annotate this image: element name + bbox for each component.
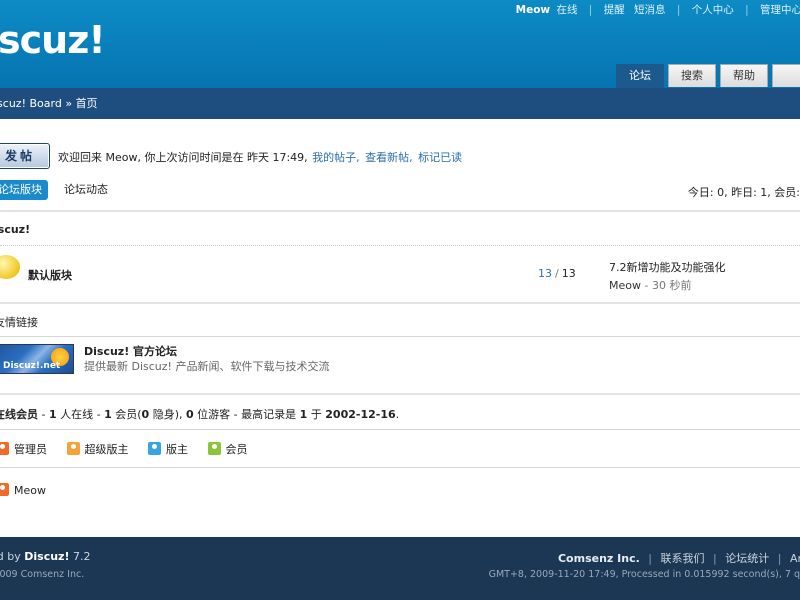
admin-user-icon	[0, 483, 9, 496]
mark-read-link[interactable]: 标记已读	[418, 151, 462, 164]
super-moderator-user-icon	[66, 442, 80, 455]
divider: |	[745, 4, 749, 16]
online-user-name[interactable]: Meow	[14, 484, 46, 497]
last-post-time: - 30 秒前	[644, 279, 692, 292]
divider	[0, 210, 800, 212]
pm-link[interactable]: 短消息	[634, 4, 666, 16]
divider: |	[676, 4, 681, 16]
divider	[0, 336, 800, 337]
discuz-net-banner[interactable]: Discuz!.net	[0, 344, 74, 374]
online-user[interactable]: Meow	[0, 483, 46, 497]
forum-status-icon	[0, 255, 20, 279]
site-logo[interactable]: iscuz!	[0, 18, 106, 62]
company-link[interactable]: Comsenz Inc.	[558, 552, 640, 565]
online-summary: 在线会员 - 1 人在线 - 1 会员(0 隐身), 0 位游客 - 最高记录是…	[0, 406, 399, 422]
breadcrumb-home[interactable]: iscuz! Board	[0, 97, 62, 110]
logo-text: iscuz!	[0, 18, 106, 62]
friend-links-title: 友情链接	[0, 316, 38, 329]
contact-link[interactable]: 联系我们	[661, 552, 705, 565]
version: 7.2	[69, 550, 91, 563]
online-status[interactable]: 在线	[556, 4, 577, 16]
post-count: 13	[561, 267, 576, 280]
footer: ed by Discuz! 7.2 -2009 Comsenz Inc. Com…	[0, 537, 800, 600]
legend-item: 版主	[148, 441, 188, 457]
new-posts-link[interactable]: 查看新帖,	[365, 151, 413, 164]
breadcrumb: iscuz! Board » 首页	[0, 88, 800, 119]
thread-count: 13	[538, 267, 552, 280]
last-post-author[interactable]: Meow	[609, 279, 641, 292]
divider	[0, 302, 800, 304]
user-bar: Meow 在线 | 提醒 短消息 | 个人中心 | 管理中心	[516, 2, 800, 17]
online-label[interactable]: 在线会员	[0, 408, 38, 421]
user-center-link[interactable]: 个人中心	[692, 4, 734, 16]
friend-link-name[interactable]: Discuz! 官方论坛	[84, 343, 177, 359]
nav-tab-help[interactable]: 帮助	[720, 64, 768, 87]
discuz-link[interactable]: Discuz!	[24, 550, 69, 563]
legend-item: 会员	[207, 441, 248, 457]
legend-item: 超级版主	[66, 441, 129, 457]
member-user-icon	[207, 442, 221, 455]
tab-forum-boards[interactable]: 论坛版块	[0, 180, 48, 200]
guest-count: 0	[185, 408, 194, 421]
moderator-user-icon	[148, 442, 161, 455]
new-post-button[interactable]: 发帖	[0, 143, 50, 169]
divider	[0, 467, 800, 468]
username-link[interactable]: Meow	[516, 4, 550, 16]
stats-link[interactable]: 论坛统计	[725, 552, 769, 565]
forum-stats: 今日: 0, 昨日: 1, 会员:	[687, 186, 800, 199]
nav-tab-forum[interactable]: 论坛	[616, 64, 664, 88]
admin-center-link[interactable]: 管理中心	[760, 4, 800, 16]
nav-tab-search[interactable]: 搜索	[668, 64, 716, 87]
my-posts-link[interactable]: 我的帖子,	[312, 151, 360, 164]
main-nav: 论坛 搜索 帮助	[612, 64, 800, 88]
copyright: -2009 Comsenz Inc.	[0, 569, 85, 580]
footer-links: Comsenz Inc. | 联系我们 | 论坛统计 | Ar	[557, 552, 800, 565]
forum-name[interactable]: 默认版块	[28, 267, 72, 283]
divider	[0, 429, 800, 430]
welcome-message: 欢迎回来 Meow, 你上次访问时间是在 昨天 17:49, 我的帖子, 查看新…	[58, 149, 463, 165]
processed-info: GMT+8, 2009-11-20 17:49, Processed in 0.…	[488, 569, 800, 580]
friend-link-desc: 提供最新 Discuz! 产品新闻、软件下载与技术交流	[84, 360, 330, 373]
divider	[0, 393, 800, 395]
legend-item: 管理员	[0, 441, 47, 457]
notice-link[interactable]: 提醒	[604, 4, 625, 16]
last-post: 7.2新增功能及功能强化 Meow - 30 秒前	[609, 259, 726, 295]
powered-by: ed by Discuz! 7.2	[0, 550, 91, 563]
breadcrumb-current: 首页	[75, 97, 98, 110]
nav-tab-more[interactable]	[772, 64, 800, 87]
welcome-text: 欢迎回来 Meow, 你上次访问时间是在 昨天 17:49,	[58, 151, 308, 164]
member-count: 1	[104, 408, 112, 421]
archive-link[interactable]: Ar	[790, 552, 800, 565]
tab-forum-activity[interactable]: 论坛动态	[58, 180, 114, 200]
divider: |	[588, 4, 593, 16]
breadcrumb-separator: »	[65, 97, 73, 110]
forum-counts: 13/13	[538, 267, 576, 280]
category-title[interactable]: iscuz!	[0, 223, 30, 236]
forum-tabs: 论坛版块 论坛动态	[0, 180, 124, 200]
admin-user-icon	[0, 442, 9, 455]
user-group-legend: 管理员 超级版主 版主 会员	[0, 441, 264, 457]
divider	[0, 245, 800, 246]
header: iscuz! Meow 在线 | 提醒 短消息 | 个人中心 | 管理中心 论坛…	[0, 0, 800, 88]
online-count: 1	[48, 408, 57, 421]
count-separator: /	[555, 267, 559, 280]
max-date: 2002-12-16	[325, 408, 396, 421]
last-post-title[interactable]: 7.2新增功能及功能强化	[609, 259, 726, 277]
banner-text: Discuz!.net	[3, 361, 61, 371]
